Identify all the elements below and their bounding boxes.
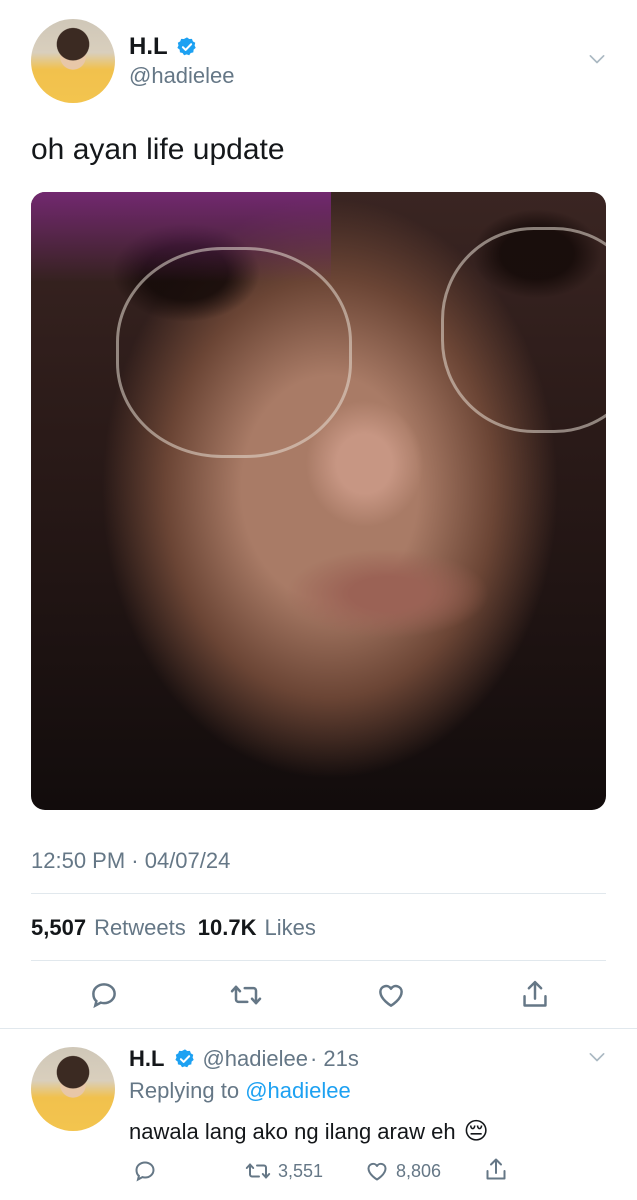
replying-to-handle[interactable]: @hadielee <box>245 1078 351 1103</box>
retweets-label[interactable]: Retweets <box>94 915 186 941</box>
replying-to-line: Replying to @hadielee <box>129 1078 351 1104</box>
photo-glasses-right <box>441 227 606 433</box>
author-name[interactable]: H.L <box>129 33 168 61</box>
verified-badge-icon <box>175 1049 195 1068</box>
reply-like-button[interactable]: 8,806 <box>364 1159 441 1183</box>
author-avatar[interactable] <box>31 19 115 103</box>
likes-count[interactable]: 10.7K <box>198 915 257 941</box>
tweet-photo[interactable] <box>31 192 606 810</box>
chevron-down-icon[interactable] <box>585 50 609 70</box>
reply-button[interactable] <box>89 980 119 1010</box>
heart-icon <box>367 1162 387 1181</box>
reply-retweet-button[interactable]: 3,551 <box>244 1159 323 1183</box>
divider-top <box>31 893 606 894</box>
verified-badge-icon <box>177 37 196 56</box>
reply-author-handle[interactable]: @hadielee <box>202 1046 308 1072</box>
reply-time[interactable]: · 21s <box>310 1046 359 1072</box>
photo-glasses-left <box>116 247 352 458</box>
divider-bottom <box>31 960 606 961</box>
pensive-face-emoji: 😔 <box>463 1118 489 1145</box>
retweet-button[interactable] <box>229 980 263 1010</box>
reply-author-avatar[interactable] <box>31 1047 115 1131</box>
like-button[interactable] <box>375 980 407 1010</box>
reply-text-row: nawala lang ako ng ilang araw eh 😔 <box>129 1117 489 1146</box>
replying-to-prefix: Replying to <box>129 1078 240 1103</box>
share-icon <box>486 1158 506 1180</box>
retweet-icon <box>245 1163 271 1179</box>
reply-reply-button[interactable] <box>133 1159 157 1183</box>
retweet-icon <box>230 985 262 1005</box>
reply-text: nawala lang ako ng ilang araw eh <box>129 1118 456 1144</box>
reply-icon <box>92 983 116 1009</box>
author-name-row: H.L <box>129 33 198 61</box>
stats-row: 5,507 Retweets 10.7K Likes <box>31 915 316 941</box>
share-button[interactable] <box>520 979 550 1011</box>
heart-icon <box>379 984 403 1007</box>
author-handle[interactable]: @hadielee <box>129 63 235 89</box>
reply-retweet-count: 3,551 <box>278 1160 324 1181</box>
chevron-down-icon[interactable] <box>585 1048 609 1068</box>
reply-like-count: 8,806 <box>396 1160 442 1181</box>
share-icon <box>523 980 547 1007</box>
tweet-text: oh ayan life update <box>31 133 285 166</box>
reply-author-name[interactable]: H.L <box>129 1046 164 1072</box>
retweets-count[interactable]: 5,507 <box>31 915 86 941</box>
reply-share-button[interactable] <box>484 1157 508 1183</box>
reply-header: H.L @hadielee · 21s <box>129 1045 359 1073</box>
section-separator <box>0 1028 637 1029</box>
reply-icon <box>135 1161 155 1182</box>
tweet-timestamp[interactable]: 12:50 PM · 04/07/24 <box>31 848 230 874</box>
likes-label[interactable]: Likes <box>265 915 316 941</box>
